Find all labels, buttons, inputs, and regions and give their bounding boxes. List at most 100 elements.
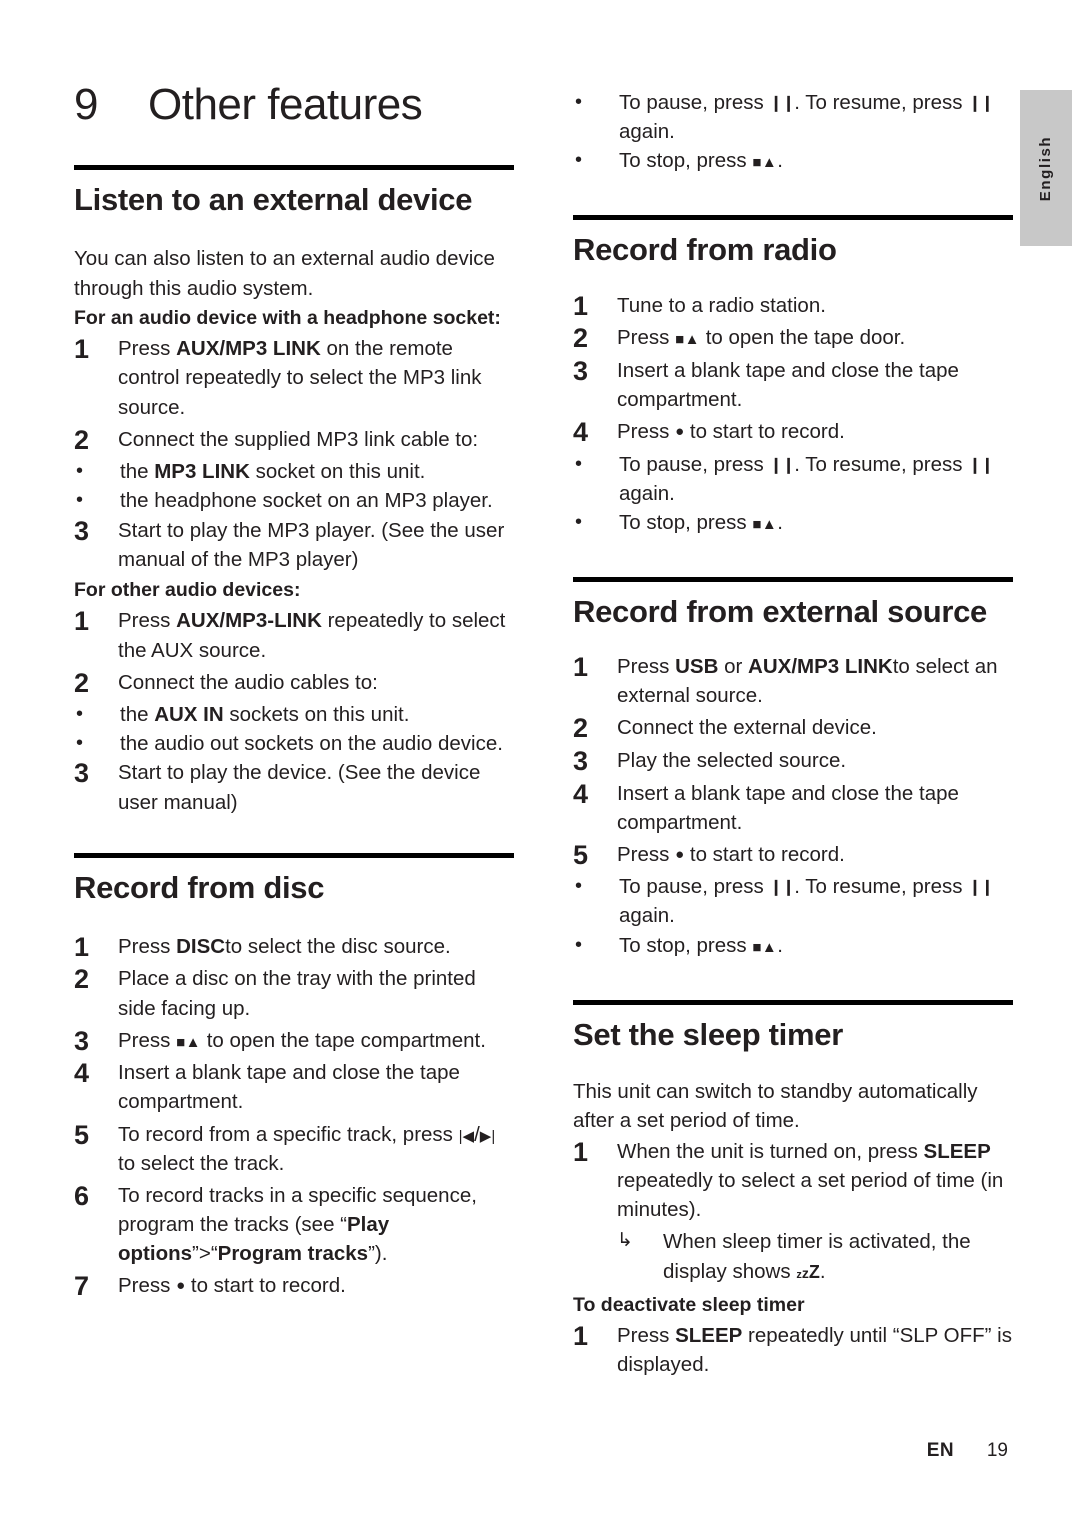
- bullet-dot: •: [76, 460, 84, 483]
- bullet-dot: •: [76, 703, 84, 726]
- step-text: Press ■▲ to open the tape door.: [617, 326, 906, 350]
- step-number: 6: [74, 1180, 90, 1211]
- bullet-text: the AUX IN sockets on this unit.: [120, 703, 410, 727]
- step-text: When the unit is turned on, press SLEEP …: [617, 1140, 1004, 1222]
- section-rule: [573, 576, 1013, 582]
- page-footer: EN 19: [0, 1440, 1008, 1462]
- stop-eject-icon: ■▲: [675, 331, 701, 349]
- bullet-item: • the audio out sockets on the audio dev…: [74, 729, 514, 758]
- bullet-item: • the MP3 LINK socket on this unit.: [74, 457, 514, 486]
- step-item: 4 Insert a blank tape and close the tape…: [573, 779, 1013, 837]
- record-radio-steps: 1 Tune to a radio station. 2 Press ■▲ to…: [573, 291, 1013, 447]
- step-text: Insert a blank tape and close the tape c…: [617, 358, 959, 411]
- step-number: 1: [74, 606, 90, 637]
- section-rule: [74, 165, 514, 171]
- step-number: 1: [74, 931, 90, 962]
- step-number: 3: [573, 355, 589, 386]
- bullet-text: the audio out sockets on the audio devic…: [120, 732, 503, 756]
- step-item: 2 Place a disc on the tray with the prin…: [74, 964, 514, 1022]
- bullet-item: • To stop, press ■▲.: [573, 931, 1013, 960]
- step-item: 3 Press ■▲ to open the tape compartment.: [74, 1026, 514, 1056]
- bullet-dot: •: [575, 452, 583, 475]
- step-text: Connect the audio cables to:: [118, 670, 378, 694]
- bullet-dot: •: [575, 510, 583, 533]
- bullet-text: To pause, press ❙❙. To resume, press ❙❙ …: [619, 875, 994, 928]
- bullet-item: • To pause, press ❙❙. To resume, press ❙…: [573, 88, 1013, 146]
- section-rule: [74, 852, 514, 858]
- subhead-other-devices: For other audio devices:: [74, 578, 301, 601]
- other-device-steps: 1 Press AUX/MP3-LINK repeatedly to selec…: [74, 606, 514, 697]
- step-item: 1 Press AUX/MP3-LINK repeatedly to selec…: [74, 606, 514, 664]
- step-text: Insert a blank tape and close the tape c…: [118, 1061, 460, 1114]
- step-text: Press SLEEP repeatedly until “SLP OFF” i…: [617, 1324, 1012, 1377]
- step-number: 1: [573, 290, 589, 321]
- step-item: 2 Connect the external device.: [573, 713, 1013, 743]
- top-continuation-bullets: • To pause, press ❙❙. To resume, press ❙…: [573, 88, 1013, 175]
- stop-eject-icon: ■▲: [176, 1033, 202, 1051]
- step-text: Insert a blank tape and close the tape c…: [617, 781, 959, 834]
- step-item: 3 Start to play the MP3 player. (See the…: [74, 516, 514, 574]
- step-number: 3: [74, 515, 90, 546]
- sleep-steps: 1 When the unit is turned on, press SLEE…: [573, 1137, 1013, 1224]
- step-text: Tune to a radio station.: [617, 293, 826, 317]
- record-external-steps: 1 Press USB or AUX/MP3 LINKto select an …: [573, 652, 1013, 869]
- bullet-dot: •: [575, 933, 583, 956]
- record-disc-steps: 1 Press DISCto select the disc source. 2…: [74, 932, 514, 1301]
- section-heading-sleep-timer: Set the sleep timer: [573, 1016, 843, 1052]
- bullet-dot: •: [575, 149, 583, 172]
- right-column: • To pause, press ❙❙. To resume, press ❙…: [573, 80, 1013, 1383]
- step-number: 3: [74, 1025, 90, 1056]
- pause-icon: ❙❙: [769, 879, 795, 897]
- manual-page: English 9 Other features Listen to an ex…: [0, 0, 1080, 1528]
- record-external-bullets: • To pause, press ❙❙. To resume, press ❙…: [573, 872, 1013, 959]
- step-text: Press DISCto select the disc source.: [118, 934, 451, 958]
- step-number: 1: [573, 1321, 589, 1352]
- pause-icon: ❙❙: [968, 95, 994, 112]
- step-number: 3: [573, 745, 589, 776]
- step-number: 4: [573, 416, 589, 447]
- bullet-dot: •: [76, 489, 84, 512]
- bullet-text: the headphone socket on an MP3 player.: [120, 489, 493, 513]
- step-number: 2: [74, 964, 90, 995]
- bullet-item: • To pause, press ❙❙. To resume, press ❙…: [573, 450, 1013, 508]
- step-number: 4: [573, 778, 589, 809]
- bullet-dot: •: [575, 875, 583, 898]
- step-text: Connect the external device.: [617, 716, 877, 740]
- chapter-title: 9 Other features: [74, 80, 514, 129]
- step-number: 1: [573, 652, 589, 683]
- step-text: Start to play the device. (See the devic…: [118, 761, 481, 814]
- step-text: Press AUX/MP3-LINK repeatedly to select …: [118, 609, 506, 662]
- other-device-bullets: • the AUX IN sockets on this unit. • the…: [74, 700, 514, 758]
- step-text: Press ● to start to record.: [118, 1274, 346, 1298]
- step-item: 2 Connect the supplied MP3 link cable to…: [74, 425, 514, 455]
- left-column: 9 Other features Listen to an external d…: [74, 80, 514, 1304]
- step-item: 1 Press AUX/MP3 LINK on the remote contr…: [74, 334, 514, 421]
- footer-locale: EN: [926, 1440, 954, 1461]
- step-text: Connect the supplied MP3 link cable to:: [118, 427, 479, 451]
- step-item: 2 Press ■▲ to open the tape door.: [573, 323, 1013, 353]
- section-rule: [573, 999, 1013, 1005]
- bullet-item: • To stop, press ■▲.: [573, 508, 1013, 537]
- stop-eject-icon: ■▲: [752, 154, 778, 172]
- step-number: 7: [74, 1271, 90, 1302]
- step-item: 1 When the unit is turned on, press SLEE…: [573, 1137, 1013, 1224]
- pause-icon: ❙❙: [968, 456, 994, 474]
- step-text: Play the selected source.: [617, 748, 847, 772]
- deactivate-sleep-steps: 1 Press SLEEP repeatedly until “SLP OFF”…: [573, 1321, 1013, 1379]
- step-number: 3: [74, 758, 90, 789]
- stop-eject-icon: ■▲: [752, 938, 778, 956]
- step-item: 3 Insert a blank tape and close the tape…: [573, 356, 1013, 414]
- section-heading-listen: Listen to an external device: [74, 182, 473, 218]
- language-tab: English: [1020, 90, 1072, 246]
- language-tab-label: English: [1037, 135, 1055, 201]
- step-item: 3 Start to play the device. (See the dev…: [74, 758, 514, 816]
- record-icon: ●: [675, 422, 685, 440]
- step-text: Press AUX/MP3 LINK on the remote control…: [118, 337, 482, 419]
- bullet-item: • the headphone socket on an MP3 player.: [74, 486, 514, 515]
- step-item: 5 To record from a specific track, press…: [74, 1120, 514, 1178]
- sleep-intro: This unit can switch to standby automati…: [573, 1079, 978, 1132]
- bullet-dot: •: [575, 91, 583, 113]
- sleep-activated-note: ↳ When sleep timer is activated, the dis…: [617, 1227, 1013, 1285]
- step-item: 2 Connect the audio cables to:: [74, 668, 514, 698]
- step-item: 4 Insert a blank tape and close the tape…: [74, 1058, 514, 1116]
